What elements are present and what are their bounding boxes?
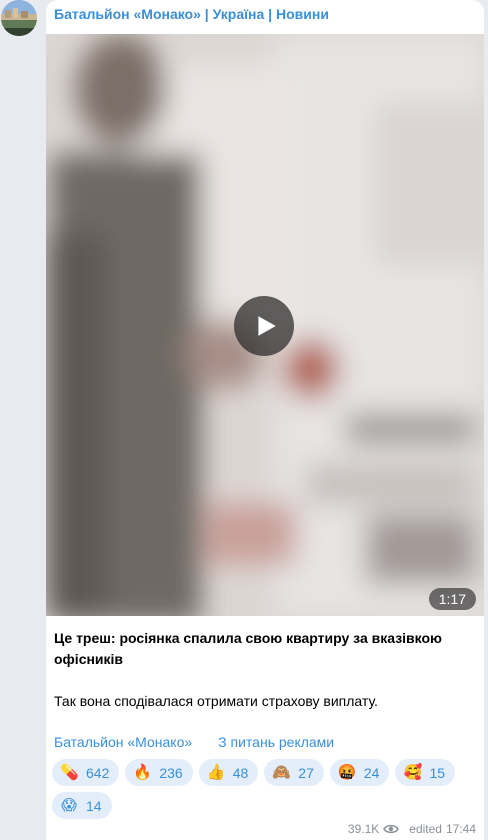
reaction-count: 27	[298, 764, 314, 781]
reaction-count: 14	[86, 797, 102, 814]
see-no-evil-monkey-icon: 🙈	[272, 763, 291, 781]
view-count: 39.1K	[347, 822, 380, 836]
advertising-link[interactable]: З питань реклами	[218, 734, 334, 750]
reactions-bar: 💊 642 🔥 236 👍 48 🙈 27 🤬 24 🥰 15 😱 14	[52, 759, 472, 819]
post-links: Батальйон «Монако» З питань реклами	[54, 734, 334, 750]
play-icon	[258, 316, 276, 336]
reaction-smiling-hearts[interactable]: 🥰 15	[395, 759, 456, 786]
reaction-screaming-face[interactable]: 😱 14	[52, 792, 112, 819]
thumbs-up-icon: 👍	[206, 763, 226, 781]
post-body: Так вона сподівалася отримати страхову в…	[54, 693, 378, 709]
video-duration: 1:17	[428, 588, 476, 610]
message-bubble: Батальйон «Монако» | Україна | Новини 1:…	[46, 0, 484, 840]
reaction-count: 236	[159, 764, 183, 781]
play-button[interactable]	[234, 296, 294, 356]
eye-icon	[383, 823, 400, 835]
smiling-hearts-face-icon: 🥰	[403, 763, 423, 781]
reaction-see-no-evil-monkey[interactable]: 🙈 27	[264, 759, 324, 786]
pill-icon: 💊	[60, 763, 79, 781]
message-time: 17:44	[445, 822, 476, 836]
message-meta: 39.1K edited 17:44	[348, 822, 476, 836]
screaming-face-icon: 😱	[61, 796, 77, 814]
reaction-count: 48	[232, 764, 249, 781]
avatar-image	[1, 0, 37, 36]
post-text: Це треш: росіянка спалила свою квартиру …	[54, 628, 474, 712]
angry-face-icon: 🤬	[337, 763, 357, 781]
reaction-count: 24	[363, 764, 380, 781]
channel-name[interactable]: Батальйон «Монако» | Україна | Новини	[54, 6, 329, 22]
video-preview[interactable]: 1:17	[46, 34, 484, 616]
reaction-pill[interactable]: 💊 642	[52, 759, 120, 786]
channel-avatar[interactable]	[1, 0, 37, 36]
reaction-angry-face[interactable]: 🤬 24	[329, 759, 390, 786]
reaction-count: 642	[86, 764, 110, 781]
post-headline: Це треш: росіянка спалила свою квартиру …	[54, 630, 442, 667]
reaction-thumbs-up[interactable]: 👍 48	[198, 759, 259, 786]
reaction-count: 15	[429, 764, 446, 781]
channel-link[interactable]: Батальйон «Монако»	[54, 734, 192, 750]
fire-icon: 🔥	[133, 763, 153, 781]
edited-label: edited	[409, 822, 442, 836]
reaction-fire[interactable]: 🔥 236	[125, 759, 193, 786]
